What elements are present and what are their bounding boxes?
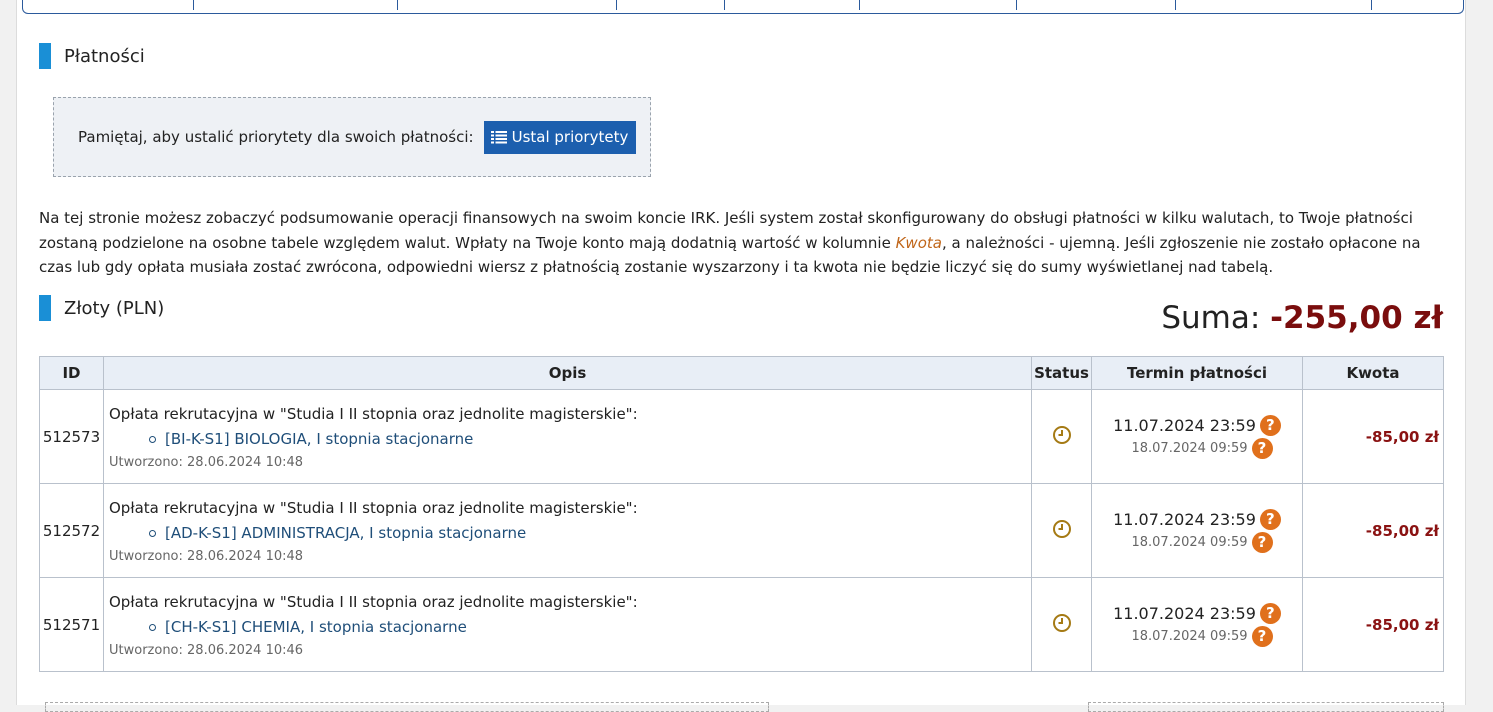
payment-title: Opłata rekrutacyjna w "Studia I II stopn… (109, 405, 638, 423)
course-link[interactable]: [BI-K-S1] BIOLOGIA, I stopnia stacjonarn… (165, 430, 473, 448)
question-circle-icon[interactable]: ? (1259, 602, 1281, 624)
list-icon (490, 131, 507, 144)
deadline-date-secondary: 18.07.2024 09:59 (1131, 534, 1248, 550)
deadline-date-secondary: 18.07.2024 09:59 (1131, 628, 1248, 644)
col-header-opis: Opis (103, 356, 1032, 390)
payment-amount: -85,00 zł (1302, 483, 1444, 578)
created-date: Utworzono: 28.06.2024 10:48 (109, 455, 304, 470)
bottom-box-left (45, 702, 769, 712)
deadline-date: 11.07.2024 23:59 (1113, 509, 1256, 529)
bottom-box-right (1088, 702, 1444, 712)
col-header-termin: Termin płatności (1091, 356, 1303, 390)
set-priorities-button[interactable]: Ustal priorytety (483, 120, 637, 154)
priority-notice: Pamiętaj, aby ustalić priorytety dla swo… (53, 97, 651, 177)
tab-separator (1371, 0, 1372, 10)
payment-id: 512571 (39, 577, 104, 672)
payment-description: Opłata rekrutacyjna w "Studia I II stopn… (103, 483, 1032, 578)
clock-icon[interactable] (1052, 613, 1072, 633)
tab-separator (193, 0, 194, 10)
tab-separator (397, 0, 398, 10)
col-header-kwota: Kwota (1302, 356, 1444, 390)
col-header-status: Status (1031, 356, 1092, 390)
created-date: Utworzono: 28.06.2024 10:48 (109, 549, 304, 564)
table-row: 512571 Opłata rekrutacyjna w "Studia I I… (39, 577, 1444, 672)
set-priorities-label: Ustal priorytety (511, 128, 629, 146)
payment-amount: -85,00 zł (1302, 577, 1444, 672)
payment-amount: -85,00 zł (1302, 389, 1444, 484)
clock-icon[interactable] (1052, 519, 1072, 539)
col-header-id: ID (39, 356, 104, 390)
notice-message: Pamiętaj, aby ustalić priorytety dla swo… (78, 128, 474, 146)
table-row: 512572 Opłata rekrutacyjna w "Studia I I… (39, 483, 1444, 578)
bullet-icon (149, 435, 156, 443)
deadline-date-secondary: 18.07.2024 09:59 (1131, 440, 1248, 456)
section-header-currency: Złoty (PLN) (39, 295, 164, 321)
created-date: Utworzono: 28.06.2024 10:46 (109, 643, 304, 658)
payment-status (1031, 389, 1092, 484)
payment-id: 512573 (39, 389, 104, 484)
course-item[interactable]: [BI-K-S1] BIOLOGIA, I stopnia stacjonarn… (149, 430, 1026, 448)
payment-title: Opłata rekrutacyjna w "Studia I II stopn… (109, 499, 638, 517)
section-header-payments: Płatności (39, 43, 145, 69)
tab-separator (1016, 0, 1017, 10)
deadline-date: 11.07.2024 23:59 (1113, 415, 1256, 435)
tab-separator (616, 0, 617, 10)
payment-title: Opłata rekrutacyjna w "Studia I II stopn… (109, 593, 638, 611)
course-item[interactable]: [CH-K-S1] CHEMIA, I stopnia stacjonarne (149, 618, 1026, 636)
question-circle-icon[interactable]: ? (1251, 625, 1273, 647)
page-description: Na tej stronie możesz zobaczyć podsumowa… (39, 206, 1449, 280)
question-circle-icon[interactable]: ? (1251, 437, 1273, 459)
table-header-row: ID Opis Status Termin płatności Kwota (39, 356, 1444, 390)
tab-separator (859, 0, 860, 10)
payment-description: Opłata rekrutacyjna w "Studia I II stopn… (103, 389, 1032, 484)
sum-total: Suma: -255,00 zł (1161, 300, 1443, 336)
payment-status (1031, 483, 1092, 578)
payment-deadline: 11.07.2024 23:59? 18.07.2024 09:59? (1091, 577, 1303, 672)
table-row: 512573 Opłata rekrutacyjna w "Studia I I… (39, 389, 1444, 484)
tab-separator (724, 0, 725, 10)
course-link[interactable]: [CH-K-S1] CHEMIA, I stopnia stacjonarne (165, 618, 467, 636)
question-circle-icon[interactable]: ? (1259, 414, 1281, 436)
top-tab-bar (22, 0, 1464, 14)
sum-value: -255,00 zł (1270, 300, 1443, 336)
description-highlight: Kwota (895, 233, 942, 252)
payments-table: ID Opis Status Termin płatności Kwota 51… (39, 356, 1444, 672)
question-circle-icon[interactable]: ? (1251, 531, 1273, 553)
section-marker (39, 295, 51, 321)
payment-id: 512572 (39, 483, 104, 578)
course-item[interactable]: [AD-K-S1] ADMINISTRACJA, I stopnia stacj… (149, 524, 1026, 542)
bullet-icon (149, 529, 156, 537)
payment-deadline: 11.07.2024 23:59? 18.07.2024 09:59? (1091, 483, 1303, 578)
bullet-icon (149, 623, 156, 631)
sum-label: Suma: (1161, 300, 1261, 336)
payment-description: Opłata rekrutacyjna w "Studia I II stopn… (103, 577, 1032, 672)
payment-deadline: 11.07.2024 23:59? 18.07.2024 09:59? (1091, 389, 1303, 484)
deadline-date: 11.07.2024 23:59 (1113, 603, 1256, 623)
payment-status (1031, 577, 1092, 672)
page-content: Płatności Pamiętaj, aby ustalić prioryte… (16, 0, 1466, 712)
question-circle-icon[interactable]: ? (1259, 508, 1281, 530)
section-title: Płatności (64, 45, 145, 67)
section-marker (39, 43, 51, 69)
currency-title: Złoty (PLN) (64, 297, 165, 319)
course-link[interactable]: [AD-K-S1] ADMINISTRACJA, I stopnia stacj… (165, 524, 526, 542)
tab-separator (1175, 0, 1176, 10)
clock-icon[interactable] (1052, 425, 1072, 445)
